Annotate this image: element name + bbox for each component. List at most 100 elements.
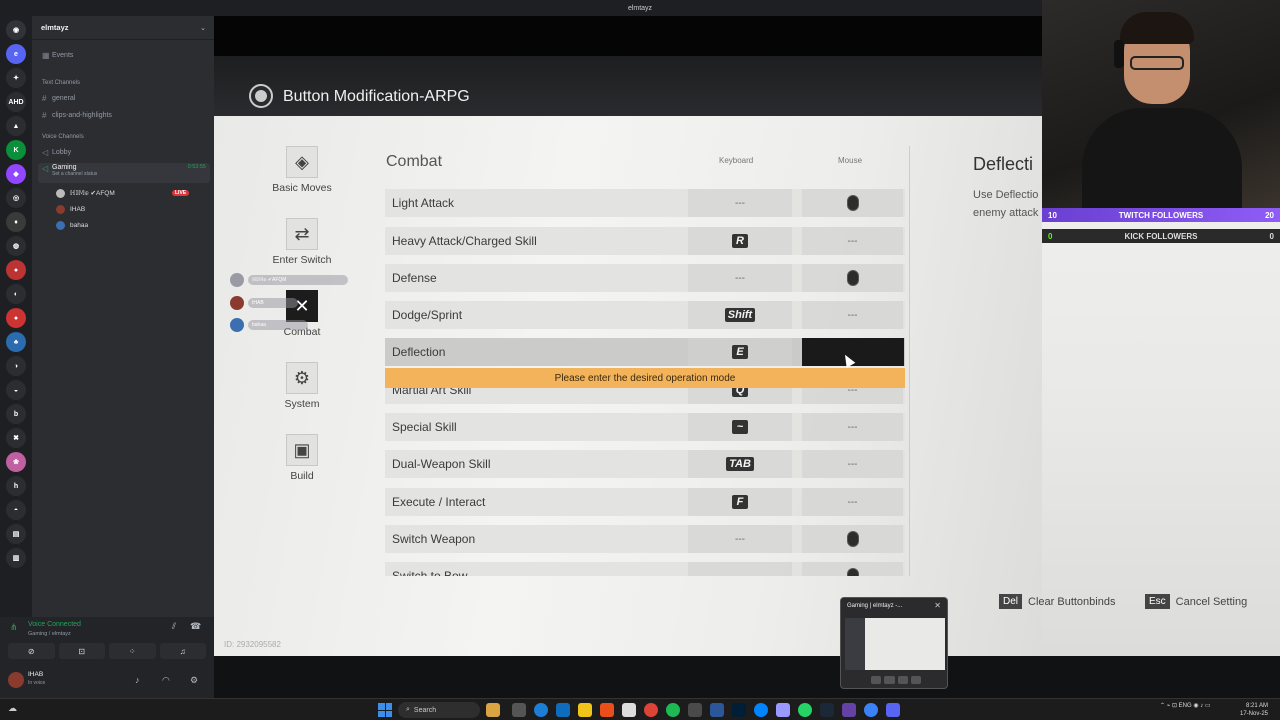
- binding-row[interactable]: Dodge/Sprint Shift ---: [385, 301, 905, 329]
- headphones-icon[interactable]: ◠: [162, 675, 170, 686]
- disconnect-icon[interactable]: ☎: [190, 621, 201, 632]
- keyboard-binding-slot[interactable]: ---: [688, 264, 792, 292]
- keyboard-binding-slot[interactable]: F: [688, 488, 792, 516]
- premiere-icon[interactable]: [776, 703, 790, 717]
- steam-icon[interactable]: [820, 703, 834, 717]
- server-icon[interactable]: b: [6, 404, 26, 424]
- voice-member[interactable]: ℍ𝕀𝕄𝕖 ✔AFQM LIVE: [56, 187, 190, 199]
- channel-general[interactable]: # general: [38, 91, 210, 105]
- binding-row[interactable]: Switch to Bow: [385, 562, 905, 576]
- whatsapp-icon[interactable]: [798, 703, 812, 717]
- binding-row[interactable]: Dual-Weapon Skill TAB ---: [385, 450, 905, 478]
- app-icon[interactable]: [688, 703, 702, 717]
- language-indicator[interactable]: ENG: [1179, 703, 1192, 709]
- edge-icon[interactable]: [534, 703, 548, 717]
- clock[interactable]: 8:21 AM 17-Nov-25: [1240, 702, 1268, 718]
- server-icon[interactable]: ▥: [6, 548, 26, 568]
- mouse-binding-slot[interactable]: ---: [802, 227, 903, 255]
- keyboard-binding-slot[interactable]: ---: [688, 525, 792, 553]
- file-explorer-icon[interactable]: [578, 703, 592, 717]
- task-view-icon[interactable]: [512, 703, 526, 717]
- photoshop-icon[interactable]: [732, 703, 746, 717]
- mouse-binding-slot[interactable]: ---: [802, 413, 903, 441]
- mouse-binding-slot[interactable]: ---: [802, 488, 903, 516]
- noise-suppression-icon[interactable]: ⫽: [172, 621, 176, 632]
- mouse-binding-slot[interactable]: [802, 562, 903, 576]
- server-icon[interactable]: ✖: [6, 428, 26, 448]
- keyboard-binding-slot[interactable]: E: [688, 338, 792, 366]
- channel-clips[interactable]: # clips-and-highlights: [38, 108, 210, 122]
- voice-member[interactable]: bahaa: [56, 219, 88, 231]
- screen-share-button[interactable]: ⊡: [58, 643, 105, 659]
- preview-control-button[interactable]: [884, 676, 895, 684]
- server-icon[interactable]: ◓: [6, 500, 26, 520]
- microphone-icon[interactable]: ♪: [135, 675, 140, 685]
- server-icon[interactable]: h: [6, 476, 26, 496]
- voice-category[interactable]: Voice Channels: [42, 134, 84, 140]
- activities-button[interactable]: ⁘: [109, 643, 156, 659]
- events-item[interactable]: ▦ Events: [38, 48, 210, 62]
- keyboard-binding-slot[interactable]: [688, 562, 792, 576]
- voice-connected-sub[interactable]: Gaming / elmtayz: [28, 631, 71, 637]
- avatar[interactable]: [8, 672, 24, 688]
- server-icon[interactable]: ◑: [6, 356, 26, 376]
- windows-start-icon[interactable]: [378, 703, 392, 717]
- app-icon[interactable]: [600, 703, 614, 717]
- signal-icon[interactable]: ⋔: [10, 622, 18, 633]
- binding-row[interactable]: Execute / Interact F ---: [385, 488, 905, 516]
- server-icon[interactable]: e: [6, 44, 26, 64]
- mouse-binding-slot[interactable]: [802, 525, 903, 553]
- mouse-binding-slot[interactable]: [802, 264, 903, 292]
- messenger-icon[interactable]: [754, 703, 768, 717]
- chrome-icon[interactable]: [644, 703, 658, 717]
- category-enter-switch[interactable]: ⇄ Enter Switch: [266, 218, 338, 266]
- taskbar-preview[interactable]: Gaming | elmtayz -... ✕: [840, 597, 948, 689]
- server-icon[interactable]: ❀: [6, 452, 26, 472]
- binding-row[interactable]: Defense ---: [385, 264, 905, 292]
- settings-gear-icon[interactable]: ⚙: [190, 675, 198, 686]
- binding-row[interactable]: Heavy Attack/Charged Skill R ---: [385, 227, 905, 255]
- app-icon[interactable]: [842, 703, 856, 717]
- mouse-binding-slot[interactable]: ---: [802, 450, 903, 478]
- server-icon[interactable]: ●: [6, 260, 26, 280]
- preview-control-button[interactable]: [910, 676, 921, 684]
- discord-icon[interactable]: [886, 703, 900, 717]
- server-icon[interactable]: ◎: [6, 188, 26, 208]
- preview-control-button[interactable]: [871, 676, 882, 684]
- app-icon[interactable]: [864, 703, 878, 717]
- binding-row[interactable]: Light Attack ---: [385, 189, 905, 217]
- voice-channel-lobby[interactable]: ◁ Lobby: [38, 145, 210, 159]
- cancel-setting-button[interactable]: Esc Cancel Setting: [1145, 594, 1247, 609]
- server-icon[interactable]: AHD: [6, 92, 26, 112]
- keyboard-binding-slot[interactable]: Shift: [688, 301, 792, 329]
- voice-channel-gaming[interactable]: ◁ Gaming Set a channel status 0:53:55: [38, 163, 210, 183]
- taskbar-search[interactable]: ⌕ Search: [398, 702, 480, 718]
- mouse-binding-slot[interactable]: [802, 189, 903, 217]
- binding-row[interactable]: Special Skill ~ ---: [385, 413, 905, 441]
- server-header[interactable]: elmtayz ⌄: [32, 16, 214, 40]
- server-icon[interactable]: K: [6, 140, 26, 160]
- discord-home-icon[interactable]: ◉: [6, 20, 26, 40]
- camera-button[interactable]: ⊘: [8, 643, 55, 659]
- text-category[interactable]: Text Channels: [42, 80, 80, 86]
- keyboard-binding-slot[interactable]: TAB: [688, 450, 792, 478]
- server-icon[interactable]: ◆: [6, 164, 26, 184]
- widgets-icon[interactable]: ☁: [8, 703, 17, 714]
- soundboard-button[interactable]: ♫: [159, 643, 206, 659]
- keyboard-binding-slot[interactable]: R: [688, 227, 792, 255]
- mouse-binding-slot[interactable]: ---: [802, 301, 903, 329]
- system-tray[interactable]: ⌃ ⌁ ⊡ ENG ◉ ♪ ▭: [1160, 702, 1211, 709]
- server-icon[interactable]: ●: [6, 308, 26, 328]
- server-icon[interactable]: ◐: [6, 284, 26, 304]
- server-icon[interactable]: ▤: [6, 524, 26, 544]
- server-icon[interactable]: ♦: [6, 212, 26, 232]
- binding-row[interactable]: Deflection E: [385, 338, 905, 366]
- mail-icon[interactable]: [556, 703, 570, 717]
- category-basic-moves[interactable]: ◈ Basic Moves: [266, 146, 338, 194]
- server-icon[interactable]: ◒: [6, 380, 26, 400]
- category-build[interactable]: ▣ Build: [266, 434, 338, 482]
- clear-bindings-button[interactable]: Del Clear Buttonbinds: [999, 594, 1115, 609]
- preview-control-button[interactable]: [897, 676, 908, 684]
- spotify-icon[interactable]: [666, 703, 680, 717]
- preview-thumbnail[interactable]: [845, 618, 945, 670]
